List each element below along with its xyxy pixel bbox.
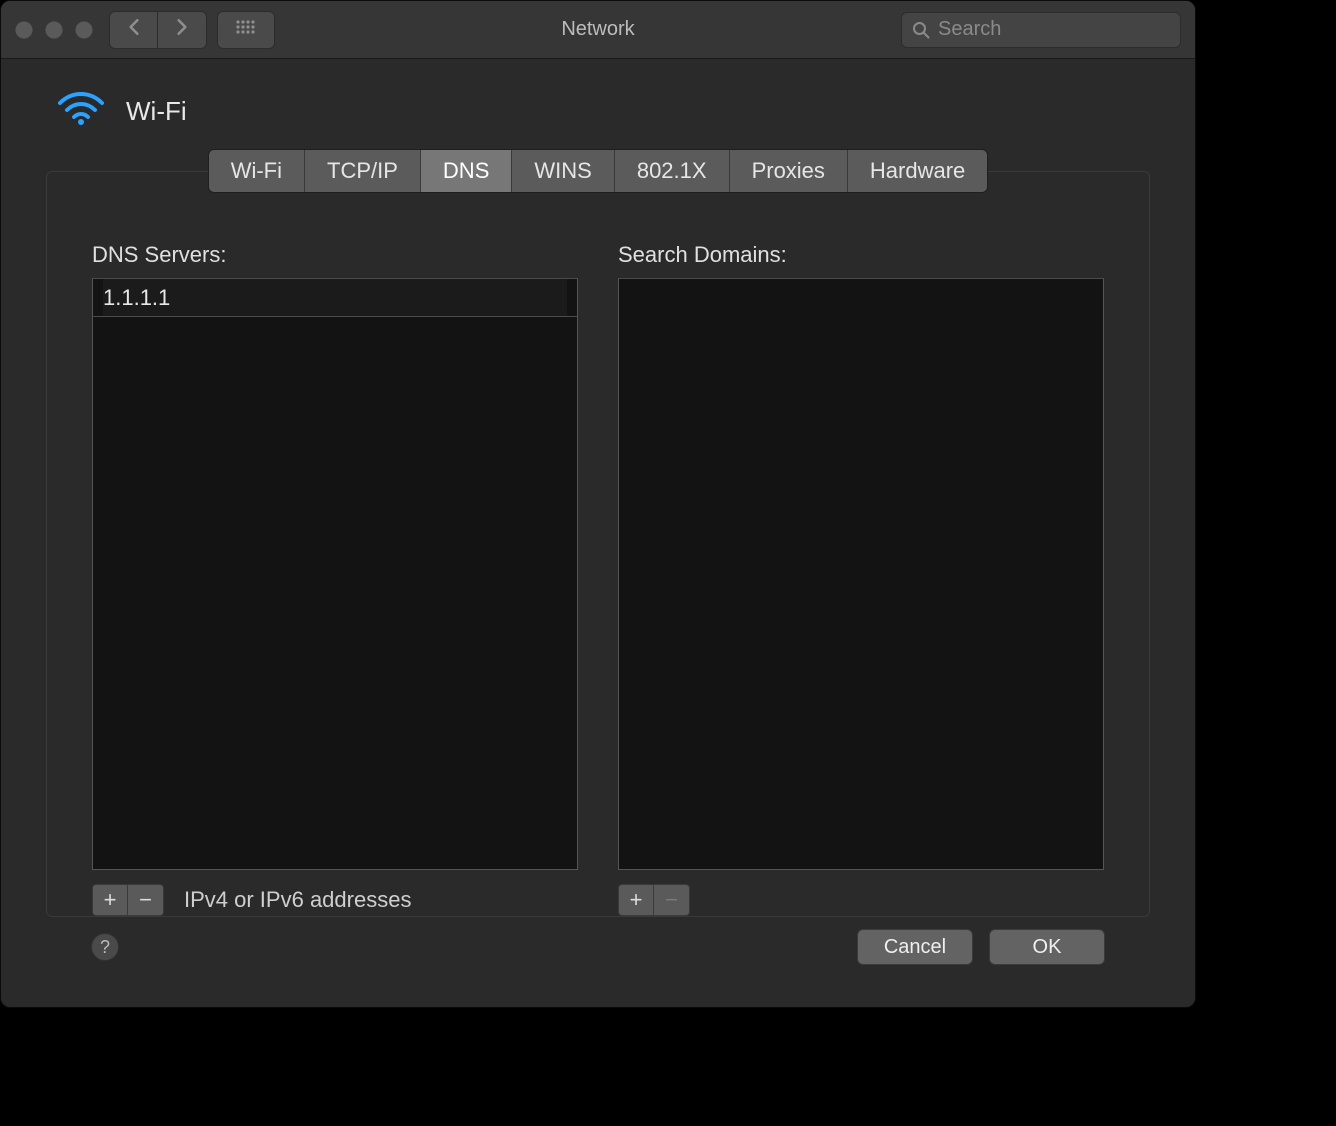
network-preferences-window: Network Wi-Fi Wi-FiT <box>0 0 1196 1008</box>
chevron-right-icon <box>175 18 189 42</box>
search-input[interactable] <box>938 18 1196 41</box>
dns-add-button[interactable]: + <box>92 884 128 916</box>
domains-add-remove-group: + − <box>618 884 690 916</box>
ok-button[interactable]: OK <box>989 929 1105 965</box>
close-window-button[interactable] <box>15 21 33 39</box>
tab-proxies[interactable]: Proxies <box>730 150 848 192</box>
search-domains-column: Search Domains: + − <box>618 242 1104 916</box>
connection-name: Wi-Fi <box>126 96 187 127</box>
zoom-window-button[interactable] <box>75 21 93 39</box>
tab-dns[interactable]: DNS <box>421 150 512 192</box>
tab-wins[interactable]: WINS <box>512 150 614 192</box>
search-icon <box>912 21 930 39</box>
connection-header: Wi-Fi <box>46 89 1150 133</box>
dns-server-input[interactable] <box>103 279 567 316</box>
chevron-left-icon <box>127 18 141 42</box>
back-button[interactable] <box>110 12 158 48</box>
footer: ? Cancel OK <box>46 917 1150 987</box>
cancel-button[interactable]: Cancel <box>857 929 973 965</box>
tab-tcp-ip[interactable]: TCP/IP <box>305 150 421 192</box>
dns-servers-list[interactable] <box>92 278 578 870</box>
forward-button[interactable] <box>158 12 206 48</box>
wifi-icon <box>56 89 106 133</box>
tab-802-1x[interactable]: 802.1X <box>615 150 730 192</box>
dns-hint: IPv4 or IPv6 addresses <box>184 887 411 913</box>
dns-servers-label: DNS Servers: <box>92 242 578 268</box>
help-button[interactable]: ? <box>91 933 119 961</box>
content-area: Wi-Fi Wi-FiTCP/IPDNSWINS802.1XProxiesHar… <box>1 59 1195 1007</box>
dns-remove-button[interactable]: − <box>128 884 164 916</box>
tab-hardware[interactable]: Hardware <box>848 150 987 192</box>
dns-add-remove-group: + − <box>92 884 164 916</box>
domains-remove-button[interactable]: − <box>654 884 690 916</box>
window-controls <box>15 21 93 39</box>
domains-add-button[interactable]: + <box>618 884 654 916</box>
search-domains-list[interactable] <box>618 278 1104 870</box>
search-domains-label: Search Domains: <box>618 242 1104 268</box>
titlebar: Network <box>1 1 1195 59</box>
dns-servers-column: DNS Servers: + − IPv4 or IPv6 addresses <box>92 242 578 916</box>
show-all-button[interactable] <box>217 11 275 49</box>
grid-icon <box>235 18 257 41</box>
nav-back-forward <box>109 11 207 49</box>
dns-columns: DNS Servers: + − IPv4 or IPv6 addresses … <box>47 212 1149 916</box>
dns-server-row[interactable] <box>93 279 577 317</box>
tab-bar: Wi-FiTCP/IPDNSWINS802.1XProxiesHardware <box>208 149 989 193</box>
tab-wi-fi[interactable]: Wi-Fi <box>209 150 305 192</box>
search-field[interactable] <box>901 12 1181 48</box>
minimize-window-button[interactable] <box>45 21 63 39</box>
tab-panel: DNS Servers: + − IPv4 or IPv6 addresses … <box>46 171 1150 917</box>
